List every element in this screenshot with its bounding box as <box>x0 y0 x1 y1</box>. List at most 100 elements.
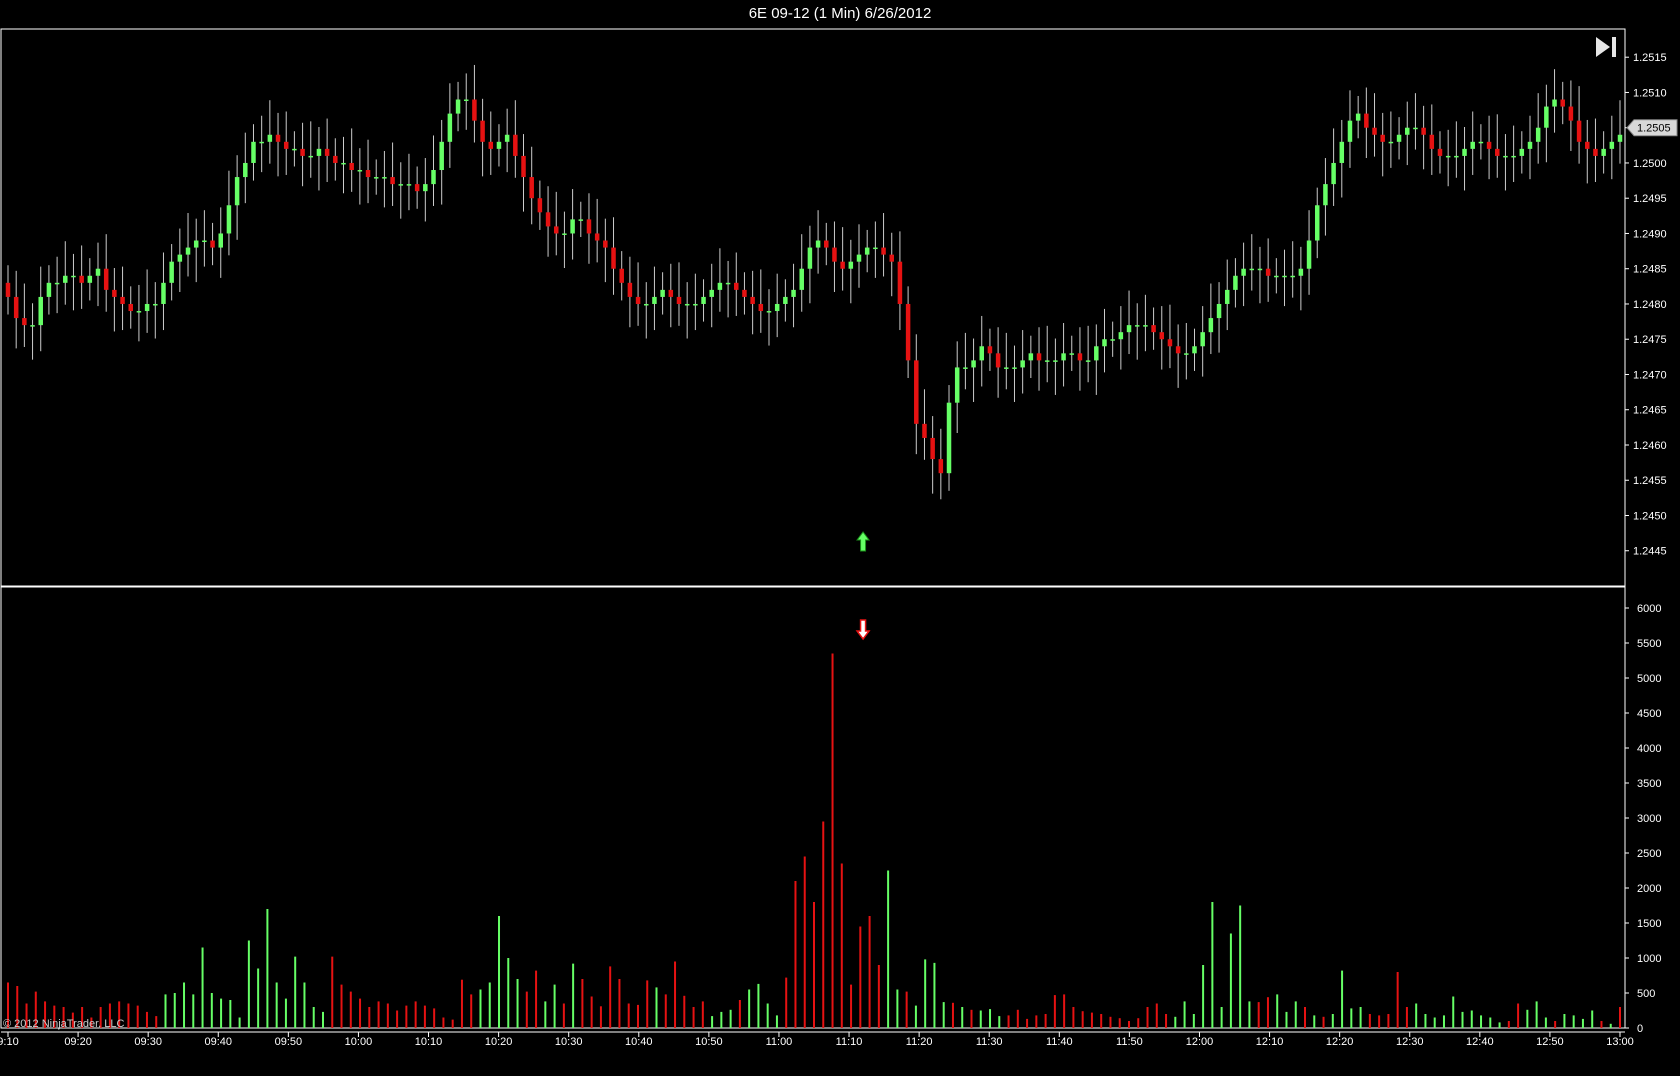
candle-body <box>292 148 297 151</box>
candle-body <box>87 275 93 283</box>
candle-body <box>103 268 109 290</box>
candle-body <box>758 303 764 312</box>
candle-body <box>717 282 723 290</box>
price-tick-label: 1.2490 <box>1633 228 1667 240</box>
candle-body <box>316 148 322 156</box>
price-tick-label: 1.2455 <box>1633 475 1667 487</box>
candle-body <box>954 367 960 403</box>
candle-body <box>63 275 68 283</box>
candle-body <box>1609 141 1615 149</box>
time-tick-label: 11:40 <box>1046 1036 1073 1048</box>
candle-body <box>1094 346 1099 361</box>
candle-body <box>1454 155 1459 158</box>
volume-tick-label: 2500 <box>1637 848 1661 860</box>
candle-body <box>1012 367 1017 369</box>
price-tick-label: 1.2480 <box>1633 299 1667 311</box>
candle-body <box>791 289 796 297</box>
candle-body <box>79 275 84 283</box>
price-tick-label: 1.2500 <box>1633 158 1667 170</box>
candle-body <box>22 318 27 326</box>
candle-body <box>251 141 256 163</box>
candle-body <box>283 141 289 149</box>
price-tick-label: 1.2460 <box>1633 440 1667 452</box>
candle-body <box>71 275 76 278</box>
candle-body <box>431 170 436 185</box>
time-tick-label: 09:30 <box>134 1036 162 1048</box>
candle-body <box>161 282 166 304</box>
candle-body <box>193 240 199 248</box>
candle-body <box>153 303 158 306</box>
time-tick-label: 12:40 <box>1466 1036 1494 1048</box>
candle-body <box>226 205 232 234</box>
candle-body <box>1364 113 1369 128</box>
candle-body <box>1560 99 1565 107</box>
candle-body <box>1233 275 1238 290</box>
candle-body <box>373 177 379 179</box>
candle-body <box>259 141 264 144</box>
time-tick-label: 11:00 <box>766 1036 793 1048</box>
candle-body <box>889 254 894 262</box>
chart-canvas[interactable]: 1.2445 1.2450 1.2455 1.2460 1.2465 1.2470 1.24… <box>0 0 1680 1076</box>
time-tick-label: 11:10 <box>836 1036 863 1048</box>
candle-body <box>210 240 215 248</box>
candle-body <box>742 289 747 297</box>
candle-body <box>799 268 804 290</box>
candle-body <box>95 268 101 276</box>
candle-body <box>1437 148 1443 156</box>
candle-body <box>300 148 305 156</box>
time-tick-label: 11:20 <box>906 1036 933 1048</box>
candle-body <box>652 296 657 304</box>
candle-body <box>120 296 125 304</box>
candle-body <box>856 254 862 262</box>
volume-tick-label: 2000 <box>1637 883 1661 895</box>
time-tick-label: 10:10 <box>415 1036 443 1048</box>
candle-body <box>1617 134 1623 142</box>
skip-to-end-bar[interactable] <box>1612 37 1616 57</box>
candle-body <box>1151 325 1156 333</box>
price-tick-label: 1.2475 <box>1633 334 1667 346</box>
candle-body <box>734 282 739 290</box>
candle-body <box>1535 127 1541 142</box>
candle-body <box>987 346 993 354</box>
time-tick-label: 12:50 <box>1536 1036 1564 1048</box>
candle-body <box>873 247 878 250</box>
price-tick-label: 1.2470 <box>1633 369 1667 381</box>
time-tick-label: 10:00 <box>345 1036 373 1048</box>
candle-body <box>1323 184 1328 206</box>
candle-body <box>1265 268 1271 276</box>
candle-body <box>709 289 714 297</box>
candle-body <box>185 247 191 255</box>
candle-body <box>112 289 117 297</box>
price-tick-label: 1.2465 <box>1633 405 1667 417</box>
candle-body <box>1282 275 1287 278</box>
candle-body <box>930 437 935 460</box>
candle-body <box>54 282 60 285</box>
candle-body <box>1069 353 1075 355</box>
candle-body <box>333 155 338 163</box>
candle-body <box>529 177 534 199</box>
candle-body <box>693 303 698 306</box>
candle-body <box>357 170 363 172</box>
candle-body <box>1568 106 1574 121</box>
candle-body <box>938 459 944 474</box>
time-tick-label: 10:20 <box>485 1036 513 1048</box>
candle-body <box>1314 205 1320 241</box>
price-tick-label: 1.2450 <box>1633 510 1667 522</box>
candle-body <box>1077 353 1083 361</box>
time-tick-label: 12:10 <box>1256 1036 1284 1048</box>
candle-body <box>635 296 641 304</box>
candle-body <box>390 177 395 185</box>
candle-body <box>619 268 624 283</box>
candle-body <box>1053 360 1058 362</box>
candle-body <box>1396 134 1402 142</box>
candle-body <box>725 282 731 285</box>
candle-body <box>1200 332 1205 347</box>
volume-tick-label: 5000 <box>1637 673 1661 685</box>
candle-body <box>128 303 133 312</box>
volume-tick-label: 0 <box>1637 1023 1643 1035</box>
candle-body <box>1028 353 1034 361</box>
candle-body <box>496 141 502 149</box>
candle-body <box>1110 339 1115 341</box>
candle-body <box>1020 360 1025 368</box>
skip-to-end-icon[interactable] <box>1596 37 1610 57</box>
